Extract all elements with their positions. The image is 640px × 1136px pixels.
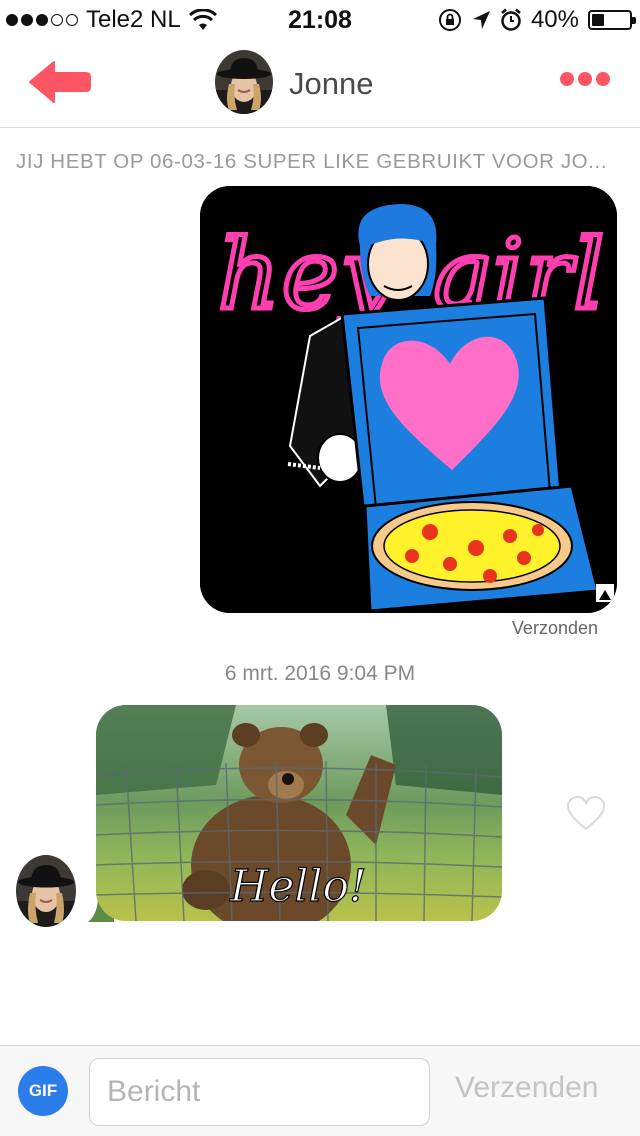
gif-button[interactable]: GIF <box>18 1066 68 1116</box>
status-right: 40% <box>438 6 636 34</box>
heart-outline-icon[interactable] <box>566 795 606 831</box>
location-icon <box>472 11 490 29</box>
message-input[interactable] <box>89 1058 430 1126</box>
sent-gif-message[interactable]: hey girl <box>200 186 617 613</box>
message-timestamp: 6 mrt. 2016 9:04 PM <box>224 662 416 685</box>
avatar[interactable] <box>215 50 273 114</box>
back-arrow-icon[interactable] <box>28 58 92 106</box>
send-button[interactable]: Verzenden <box>455 1071 598 1105</box>
battery-percent: 40% <box>530 6 579 33</box>
more-dots-icon[interactable] <box>560 72 610 86</box>
message-status: Verzonden <box>511 618 598 638</box>
contact-name[interactable]: Jonne <box>289 66 373 102</box>
gif-caption: Hello! <box>229 861 367 912</box>
alarm-icon <box>501 8 521 31</box>
status-bar: Tele2 NL 21:08 40% <box>0 0 640 40</box>
sender-avatar[interactable] <box>16 855 76 927</box>
superlike-notice: JIJ HEBT OP 06-03-16 SUPER LIKE GEBRUIKT… <box>16 150 608 173</box>
chat-header: Jonne <box>0 40 640 128</box>
message-input-bar: GIF Verzenden <box>0 1045 640 1136</box>
rotation-lock-icon <box>438 9 461 31</box>
battery-icon <box>588 10 636 30</box>
received-gif-message[interactable]: Hello! <box>96 705 502 921</box>
